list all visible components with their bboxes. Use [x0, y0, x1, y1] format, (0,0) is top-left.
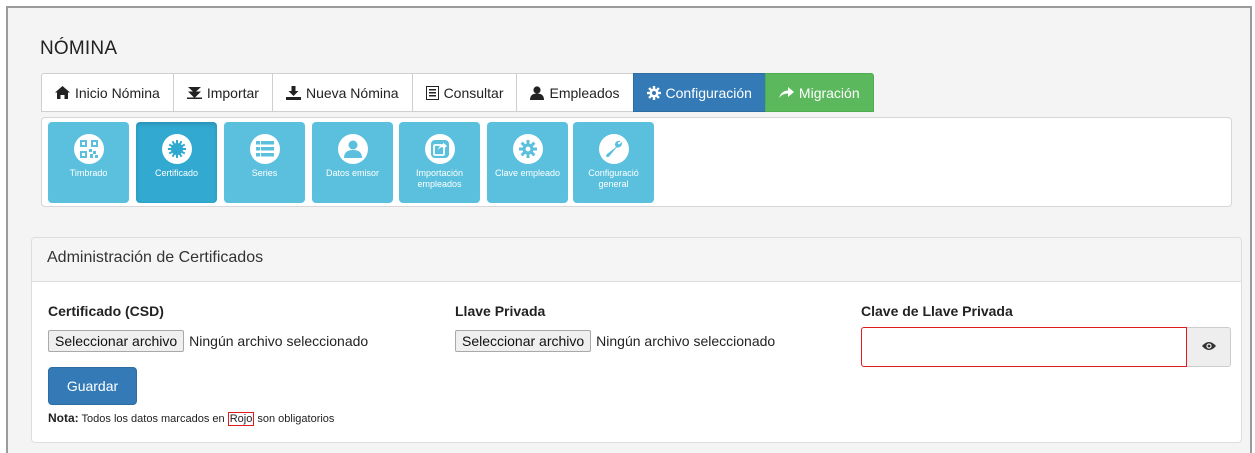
tile-label: Timbrado: [69, 168, 108, 178]
tab-consultar[interactable]: Consultar: [411, 73, 517, 112]
clave-llave-label: Clave de Llave Privada: [861, 303, 1013, 319]
user-icon: [337, 134, 368, 164]
note-text-end: son obligatorios: [257, 413, 335, 425]
tile-label: Configuració general: [588, 168, 639, 189]
page-title: NÓMINA: [40, 38, 118, 59]
tab-label: Configuración: [665, 84, 752, 101]
tab-label: Consultar: [443, 84, 504, 101]
tile-label: Series: [251, 168, 278, 178]
save-button[interactable]: Guardar: [48, 367, 137, 405]
tab-nueva-nomina[interactable]: Nueva Nómina: [271, 73, 412, 112]
tab-label: Importar: [206, 84, 259, 101]
arrow-right-icon: [778, 86, 794, 99]
download-icon: [285, 85, 301, 100]
import-icon: [186, 86, 202, 99]
share-icon: [424, 134, 455, 164]
certificado-file-input[interactable]: Seleccionar archivo Ningún archivo selec…: [48, 330, 368, 352]
note-text: Todos los datos marcados en: [81, 413, 225, 425]
llave-select-button[interactable]: Seleccionar archivo: [455, 330, 592, 352]
tab-label: Nueva Nómina: [305, 84, 399, 101]
tile-configuracion-general[interactable]: Configuració general: [573, 122, 654, 203]
tile-label: Certificado: [154, 168, 199, 178]
certificate-icon: [161, 134, 192, 164]
tab-empleados[interactable]: Empleados: [516, 73, 633, 112]
llave-file-input[interactable]: Seleccionar archivo Ningún archivo selec…: [455, 330, 775, 352]
eye-icon: [1201, 338, 1216, 356]
required-note: Nota: Todos los datos marcados en Rojo s…: [48, 411, 335, 426]
llave-privada-label: Llave Privada: [455, 303, 546, 319]
certificado-file-status: Ningún archivo seleccionado: [189, 333, 369, 349]
tile-certificado[interactable]: Certificado: [136, 122, 217, 203]
gear-icon: [512, 134, 543, 164]
qrcode-icon: [73, 134, 104, 164]
tile-clave-empleado[interactable]: Clave empleado: [487, 122, 568, 203]
nav-tabs: Inicio Nómina Importar Nueva Nómina Cons…: [41, 73, 874, 113]
wrench-icon: [598, 134, 629, 164]
tab-label: Inicio Nómina: [75, 84, 160, 101]
list-icon: [425, 85, 439, 100]
tab-configuracion[interactable]: Configuración: [632, 73, 765, 112]
list-icon: [249, 134, 280, 164]
tile-timbrado[interactable]: Timbrado: [48, 122, 129, 203]
tab-label: Empleados: [549, 84, 620, 101]
panel-heading: Administración de Certificados: [32, 238, 1241, 282]
tab-importar[interactable]: Importar: [172, 73, 272, 112]
gear-icon: [646, 85, 661, 100]
note-red-word: Rojo: [227, 412, 255, 426]
tab-migracion[interactable]: Migración: [764, 73, 874, 112]
tile-series[interactable]: Series: [224, 122, 305, 203]
home-icon: [55, 86, 70, 99]
tile-label: Datos emisor: [325, 168, 379, 178]
tab-label: Migración: [798, 84, 860, 101]
certificates-panel: Administración de Certificados Certifica…: [31, 237, 1242, 443]
show-password-button[interactable]: [1187, 327, 1231, 367]
tile-datos-emisor[interactable]: Datos emisor: [312, 122, 393, 203]
llave-file-status: Ningún archivo seleccionado: [596, 333, 776, 349]
clave-llave-password-input[interactable]: [861, 327, 1187, 367]
tile-importacion-empleados[interactable]: Importación empleados: [399, 122, 480, 203]
tile-label: Clave empleado: [494, 168, 561, 178]
note-label: Nota:: [48, 411, 79, 425]
config-tiles-panel: Timbrado Certificado Series Datos emisor…: [41, 117, 1232, 207]
certificado-select-button[interactable]: Seleccionar archivo: [48, 330, 185, 352]
user-icon: [530, 85, 545, 100]
certificado-label: Certificado (CSD): [48, 303, 164, 319]
tile-label: Importación empleados: [415, 168, 464, 189]
tab-inicio-nomina[interactable]: Inicio Nómina: [41, 73, 173, 112]
